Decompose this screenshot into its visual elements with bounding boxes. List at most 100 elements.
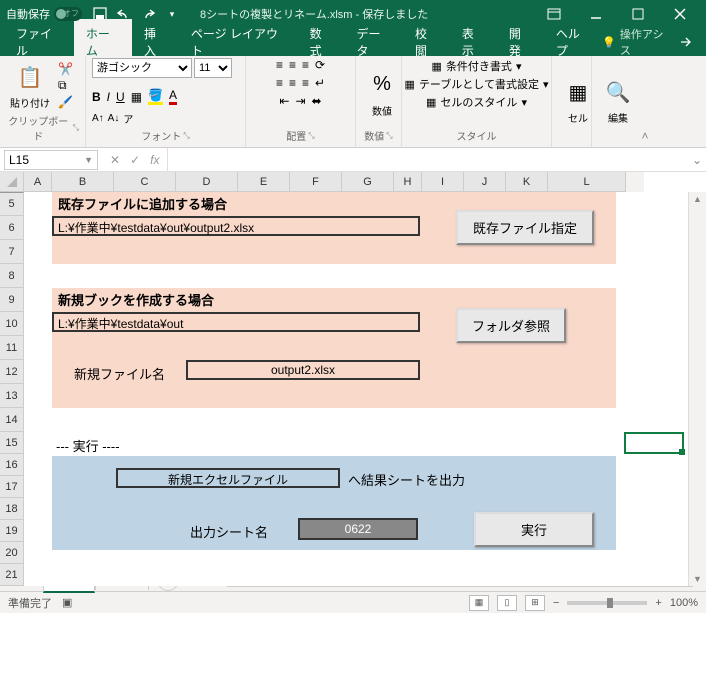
column-header[interactable]: I xyxy=(422,172,464,192)
row-header[interactable]: 7 xyxy=(0,240,24,264)
enter-formula-icon[interactable]: ✓ xyxy=(130,153,140,167)
indent-inc-icon[interactable]: ⇥ xyxy=(295,94,305,108)
italic-button[interactable]: I xyxy=(107,90,110,104)
share-icon[interactable] xyxy=(679,35,706,49)
column-header[interactable]: L xyxy=(548,172,626,192)
row-header[interactable]: 18 xyxy=(0,498,24,520)
active-cell[interactable] xyxy=(624,432,684,454)
zoom-in-icon[interactable]: + xyxy=(655,597,661,609)
font-name-select[interactable]: 游ゴシック xyxy=(92,58,192,78)
align-mid-icon[interactable]: ≡ xyxy=(289,58,296,72)
column-header[interactable]: D xyxy=(176,172,238,192)
cell-styles-button[interactable]: ▦セルのスタイル ▾ xyxy=(426,94,527,110)
column-header[interactable]: E xyxy=(238,172,290,192)
align-bot-icon[interactable]: ≡ xyxy=(302,58,309,72)
cancel-formula-icon[interactable]: ✕ xyxy=(110,153,120,167)
select-all-corner[interactable] xyxy=(0,172,24,192)
paste-button[interactable]: 📋 貼り付け xyxy=(6,59,54,112)
cells-grid[interactable]: 既存ファイルに追加する場合 L:¥作業中¥testdata¥out¥output… xyxy=(24,192,688,586)
page-break-view-icon[interactable]: ⊞ xyxy=(525,595,545,611)
collapse-ribbon-icon[interactable]: ˄ xyxy=(636,56,654,147)
underline-button[interactable]: U xyxy=(116,90,125,104)
column-header[interactable]: J xyxy=(464,172,506,192)
indent-dec-icon[interactable]: ⇤ xyxy=(279,94,289,108)
row-header[interactable]: 6 xyxy=(0,216,24,240)
row-header[interactable]: 17 xyxy=(0,476,24,498)
row-headers[interactable]: 56789101112131415161718192021 xyxy=(0,192,24,586)
formula-bar[interactable] xyxy=(167,148,688,171)
zoom-value[interactable]: 100% xyxy=(670,597,698,609)
scroll-up-icon[interactable]: ▲ xyxy=(693,194,702,204)
tell-me[interactable]: 💡 操作アシス xyxy=(602,26,679,58)
expand-formula-bar-icon[interactable]: ⌄ xyxy=(688,153,706,167)
orientation-icon[interactable]: ⟳ xyxy=(315,58,325,72)
align-left-icon[interactable]: ≡ xyxy=(276,76,283,90)
browse-folder-button[interactable]: フォルダ参照 xyxy=(456,308,566,343)
copy-icon[interactable]: ⧉ xyxy=(58,78,73,93)
border-icon[interactable]: ▦ xyxy=(131,90,142,104)
merge-icon[interactable]: ⬌ xyxy=(312,94,322,108)
toggle-icon[interactable] xyxy=(54,7,82,21)
column-header[interactable]: G xyxy=(342,172,394,192)
column-header[interactable]: K xyxy=(506,172,548,192)
dialog-launcher-icon[interactable]: ⤡ xyxy=(73,123,79,133)
dialog-launcher-icon[interactable]: ⤡ xyxy=(183,131,189,141)
row-header[interactable]: 9 xyxy=(0,288,24,312)
row-header[interactable]: 15 xyxy=(0,432,24,454)
bold-button[interactable]: B xyxy=(92,90,101,104)
font-size-select[interactable]: 11 xyxy=(194,58,232,78)
font-color-icon[interactable]: A xyxy=(169,88,177,105)
scroll-down-icon[interactable]: ▼ xyxy=(693,574,702,584)
row-header[interactable]: 8 xyxy=(0,264,24,288)
row-header[interactable]: 10 xyxy=(0,312,24,336)
font-increase-icon[interactable]: A↑ xyxy=(92,113,104,124)
execute-button[interactable]: 実行 xyxy=(474,512,594,547)
column-header[interactable]: A xyxy=(24,172,52,192)
output-target-select[interactable]: 新規エクセルファイル xyxy=(116,468,340,488)
macro-record-icon[interactable]: ▣ xyxy=(62,596,72,609)
zoom-out-icon[interactable]: − xyxy=(553,597,559,609)
fx-icon[interactable]: fx xyxy=(150,153,159,167)
output-sheet-name-input[interactable]: 0622 xyxy=(298,518,418,540)
chevron-down-icon[interactable]: ▼ xyxy=(84,155,93,165)
align-center-icon[interactable]: ≡ xyxy=(289,76,296,90)
row-header[interactable]: 11 xyxy=(0,336,24,360)
vertical-scrollbar[interactable]: ▲ ▼ xyxy=(688,192,706,586)
row-header[interactable]: 21 xyxy=(0,564,24,586)
column-headers[interactable]: ABCDEFGHIJKL xyxy=(24,172,626,192)
name-box[interactable]: L15▼ xyxy=(4,150,98,170)
page-layout-view-icon[interactable]: ▯ xyxy=(497,595,517,611)
dialog-launcher-icon[interactable]: ⤡ xyxy=(386,131,392,141)
row-header[interactable]: 16 xyxy=(0,454,24,476)
normal-view-icon[interactable]: ▦ xyxy=(469,595,489,611)
editing-button[interactable]: 🔍編集 xyxy=(598,74,638,127)
column-header[interactable]: H xyxy=(394,172,422,192)
existing-file-path-input[interactable]: L:¥作業中¥testdata¥out¥output2.xlsx xyxy=(52,216,420,236)
wrap-text-icon[interactable]: ↵ xyxy=(315,76,325,90)
row-header[interactable]: 19 xyxy=(0,520,24,542)
row-header[interactable]: 13 xyxy=(0,384,24,408)
row-header[interactable]: 14 xyxy=(0,408,24,432)
format-painter-icon[interactable]: 🖌️ xyxy=(58,95,73,109)
row-header[interactable]: 5 xyxy=(0,192,24,216)
format-as-table-button[interactable]: ▦テーブルとして書式設定 ▾ xyxy=(405,76,549,92)
font-decrease-icon[interactable]: A↓ xyxy=(108,113,120,124)
maximize-icon[interactable] xyxy=(618,2,658,26)
select-existing-file-button[interactable]: 既存ファイル指定 xyxy=(456,210,594,245)
column-header[interactable]: F xyxy=(290,172,342,192)
fill-color-icon[interactable]: 🪣 xyxy=(148,88,163,105)
number-format-button[interactable]: % 数値 xyxy=(362,67,402,120)
row-header[interactable]: 12 xyxy=(0,360,24,384)
dialog-launcher-icon[interactable]: ⤡ xyxy=(308,131,314,141)
align-right-icon[interactable]: ≡ xyxy=(302,76,309,90)
zoom-slider[interactable] xyxy=(567,601,647,605)
align-top-icon[interactable]: ≡ xyxy=(276,58,283,72)
close-icon[interactable] xyxy=(660,2,700,26)
conditional-format-button[interactable]: ▦条件付き書式 ▾ xyxy=(432,58,522,74)
folder-path-input[interactable]: L:¥作業中¥testdata¥out xyxy=(52,312,420,332)
new-filename-input[interactable]: output2.xlsx xyxy=(186,360,420,380)
row-header[interactable]: 20 xyxy=(0,542,24,564)
phonetic-icon[interactable]: ア xyxy=(123,111,133,126)
column-header[interactable]: B xyxy=(52,172,114,192)
cut-icon[interactable]: ✂️ xyxy=(58,62,73,76)
